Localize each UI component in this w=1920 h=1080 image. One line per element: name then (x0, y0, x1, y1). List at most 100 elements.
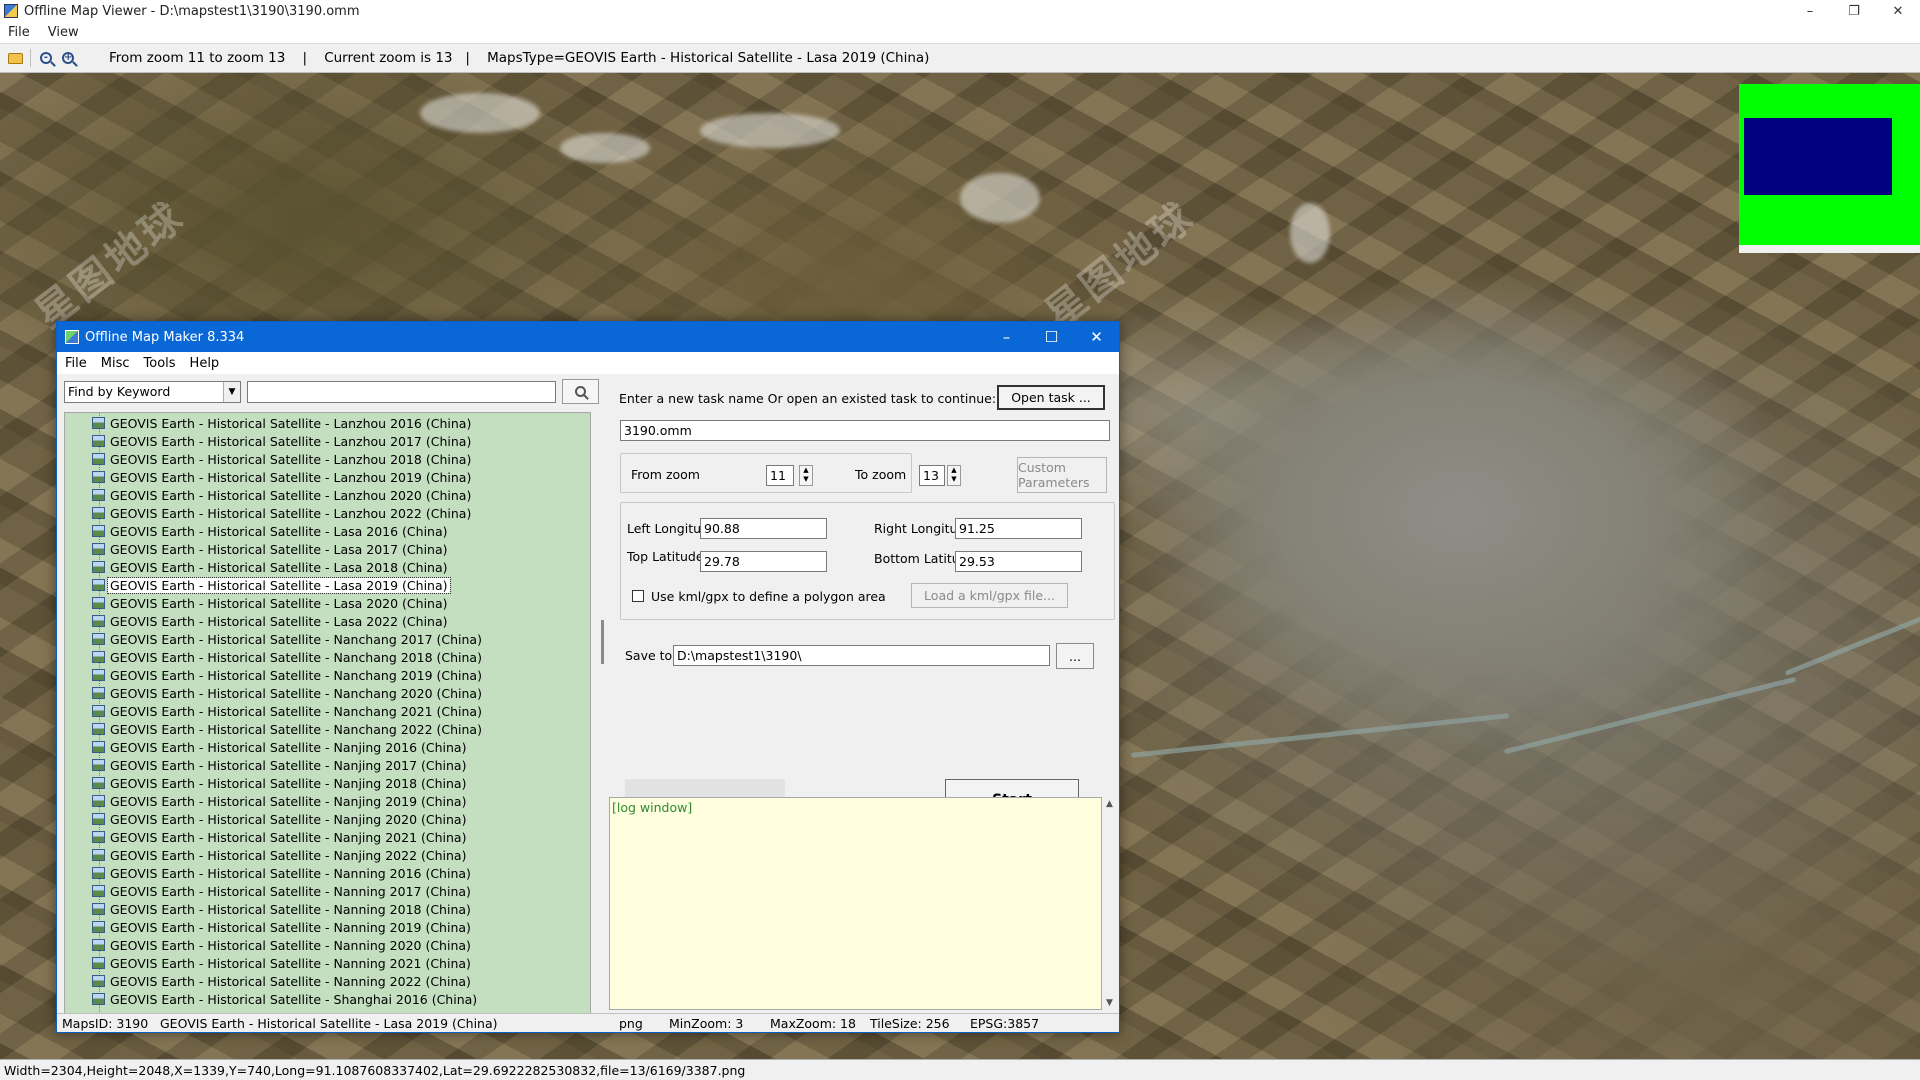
from-zoom-label: From zoom (631, 467, 700, 482)
list-item[interactable]: GEOVIS Earth - Historical Satellite - Na… (92, 810, 466, 828)
custom-parameters-button[interactable]: Custom Parameters (1017, 457, 1107, 493)
map-tile-icon (92, 417, 105, 429)
log-window-text: [log window] (612, 800, 693, 815)
list-item[interactable]: GEOVIS Earth - Historical Satellite - Na… (92, 828, 466, 846)
dialog-menu-tools[interactable]: Tools (144, 356, 176, 371)
list-item-label: GEOVIS Earth - Historical Satellite - Na… (110, 901, 471, 917)
map-watermark: 星图地球 (1036, 192, 1204, 338)
map-tile-icon (92, 849, 105, 861)
map-tile-icon (92, 993, 105, 1005)
list-item[interactable]: GEOVIS Earth - Historical Satellite - Na… (92, 900, 471, 918)
map-type-tree[interactable]: GEOVIS Earth - Historical Satellite - La… (64, 412, 591, 1017)
splitter-scrollbar[interactable] (601, 620, 604, 664)
list-item-label: GEOVIS Earth - Historical Satellite - La… (110, 505, 472, 521)
list-item[interactable]: GEOVIS Earth - Historical Satellite - Na… (92, 630, 482, 648)
overview-minimap[interactable] (1739, 84, 1920, 253)
list-item[interactable]: GEOVIS Earth - Historical Satellite - Na… (92, 864, 471, 882)
scroll-down-icon[interactable]: ▼ (1106, 998, 1113, 1008)
dialog-menu-file[interactable]: File (65, 356, 87, 371)
list-item[interactable]: GEOVIS Earth - Historical Satellite - Na… (92, 954, 471, 972)
list-item[interactable]: GEOVIS Earth - Historical Satellite - La… (92, 450, 471, 468)
dialog-titlebar[interactable]: Offline Map Maker 8.334 – ☐ ✕ (57, 322, 1119, 352)
list-item[interactable]: GEOVIS Earth - Historical Satellite - Na… (92, 846, 466, 864)
top-latitude-field[interactable]: 29.78 (700, 551, 827, 572)
bottom-latitude-field[interactable]: 29.53 (955, 551, 1082, 572)
dialog-menu-help[interactable]: Help (190, 356, 220, 371)
list-item[interactable]: GEOVIS Earth - Historical Satellite - La… (92, 540, 448, 558)
open-folder-icon[interactable] (4, 47, 26, 69)
load-kml-button[interactable]: Load a kml/gpx file... (911, 583, 1068, 608)
dialog-title: Offline Map Maker 8.334 (85, 329, 245, 345)
list-item[interactable]: GEOVIS Earth - Historical Satellite - Na… (92, 756, 466, 774)
from-zoom-field[interactable]: 11 (766, 465, 794, 486)
dialog-minimize-icon[interactable]: – (984, 322, 1029, 352)
list-item[interactable]: GEOVIS Earth - Historical Satellite - La… (92, 468, 471, 486)
list-item[interactable]: GEOVIS Earth - Historical Satellite - Na… (92, 666, 482, 684)
menu-view[interactable]: View (48, 25, 79, 40)
log-scrollbar[interactable]: ▲ ▼ (1102, 797, 1119, 1010)
to-zoom-field[interactable]: 13 (919, 465, 945, 486)
chevron-down-icon[interactable]: ▼ (223, 382, 240, 402)
find-mode-select[interactable]: Find by Keyword ▼ (64, 381, 241, 403)
map-tile-icon (92, 579, 105, 591)
list-item[interactable]: GEOVIS Earth - Historical Satellite - La… (92, 504, 471, 522)
search-input[interactable] (247, 381, 556, 403)
list-item[interactable]: GEOVIS Earth - Historical Satellite - Na… (92, 792, 466, 810)
list-item[interactable]: GEOVIS Earth - Historical Satellite - Na… (92, 882, 471, 900)
zoom-out-icon[interactable]: - (35, 47, 57, 69)
list-item[interactable]: GEOVIS Earth - Historical Satellite - Na… (92, 918, 471, 936)
status-map-name: GEOVIS Earth - Historical Satellite - La… (160, 1016, 498, 1031)
map-tile-icon (92, 831, 105, 843)
minimize-icon[interactable]: – (1788, 0, 1832, 22)
log-window[interactable]: [log window] (609, 797, 1102, 1010)
scroll-up-icon[interactable]: ▲ (1106, 799, 1113, 809)
list-item[interactable]: GEOVIS Earth - Historical Satellite - La… (92, 612, 448, 630)
list-item[interactable]: GEOVIS Earth - Historical Satellite - Na… (92, 720, 482, 738)
left-longitude-field[interactable]: 90.88 (700, 518, 827, 539)
list-item-label: GEOVIS Earth - Historical Satellite - Na… (110, 631, 482, 647)
list-item[interactable]: GEOVIS Earth - Historical Satellite - Sh… (92, 990, 477, 1008)
search-button[interactable] (562, 379, 599, 404)
list-item[interactable]: GEOVIS Earth - Historical Satellite - La… (92, 432, 471, 450)
list-item-label: GEOVIS Earth - Historical Satellite - La… (110, 613, 448, 629)
list-item[interactable]: GEOVIS Earth - Historical Satellite - Na… (92, 936, 471, 954)
map-tile-icon (92, 453, 105, 465)
list-item[interactable]: GEOVIS Earth - Historical Satellite - La… (92, 558, 448, 576)
save-to-field[interactable]: D:\mapstest1\3190\ (673, 645, 1050, 666)
toolbar-status-text: From zoom 11 to zoom 13 | Current zoom i… (109, 50, 930, 66)
dialog-maximize-icon[interactable]: ☐ (1029, 322, 1074, 352)
list-item[interactable]: GEOVIS Earth - Historical Satellite - La… (92, 576, 451, 594)
task-name-field[interactable]: 3190.omm (620, 420, 1110, 441)
from-zoom-stepper[interactable]: ▲ ▼ (799, 465, 813, 486)
list-item[interactable]: GEOVIS Earth - Historical Satellite - La… (92, 414, 471, 432)
list-item[interactable]: GEOVIS Earth - Historical Satellite - Na… (92, 702, 482, 720)
list-item[interactable]: GEOVIS Earth - Historical Satellite - Na… (92, 774, 466, 792)
dialog-statusbar: MapsID: 3190 GEOVIS Earth - Historical S… (57, 1013, 1119, 1032)
zoom-in-icon[interactable]: + (57, 47, 79, 69)
menu-file[interactable]: File (8, 25, 30, 40)
minimap-viewport-rect[interactable] (1744, 118, 1892, 195)
progress-bar-primary (625, 779, 785, 799)
list-item[interactable]: GEOVIS Earth - Historical Satellite - Na… (92, 648, 482, 666)
close-icon[interactable]: ✕ (1876, 0, 1920, 22)
offline-map-maker-dialog: Offline Map Maker 8.334 – ☐ ✕ File Misc … (56, 321, 1120, 1033)
to-zoom-stepper[interactable]: ▲ ▼ (947, 465, 961, 486)
list-item[interactable]: GEOVIS Earth - Historical Satellite - La… (92, 522, 448, 540)
dialog-menu-misc[interactable]: Misc (101, 356, 130, 371)
list-item-label: GEOVIS Earth - Historical Satellite - La… (110, 523, 448, 539)
list-item-label: GEOVIS Earth - Historical Satellite - Na… (110, 703, 482, 719)
list-item[interactable]: GEOVIS Earth - Historical Satellite - La… (92, 594, 448, 612)
browse-folder-button[interactable]: ... (1056, 643, 1094, 669)
list-item[interactable]: GEOVIS Earth - Historical Satellite - Na… (92, 684, 482, 702)
list-item[interactable]: GEOVIS Earth - Historical Satellite - Na… (92, 972, 471, 990)
open-task-button[interactable]: Open task ... (997, 385, 1105, 410)
kml-polygon-checkbox[interactable] (632, 590, 644, 602)
restore-icon[interactable]: ❐ (1832, 0, 1876, 22)
right-longitude-field[interactable]: 91.25 (955, 518, 1082, 539)
list-item[interactable]: GEOVIS Earth - Historical Satellite - La… (92, 486, 471, 504)
list-item[interactable]: GEOVIS Earth - Historical Satellite - Na… (92, 738, 466, 756)
map-tile-icon (92, 651, 105, 663)
map-maker-app-icon (65, 330, 79, 344)
list-item-label: GEOVIS Earth - Historical Satellite - Na… (110, 667, 482, 683)
dialog-close-icon[interactable]: ✕ (1074, 322, 1119, 352)
